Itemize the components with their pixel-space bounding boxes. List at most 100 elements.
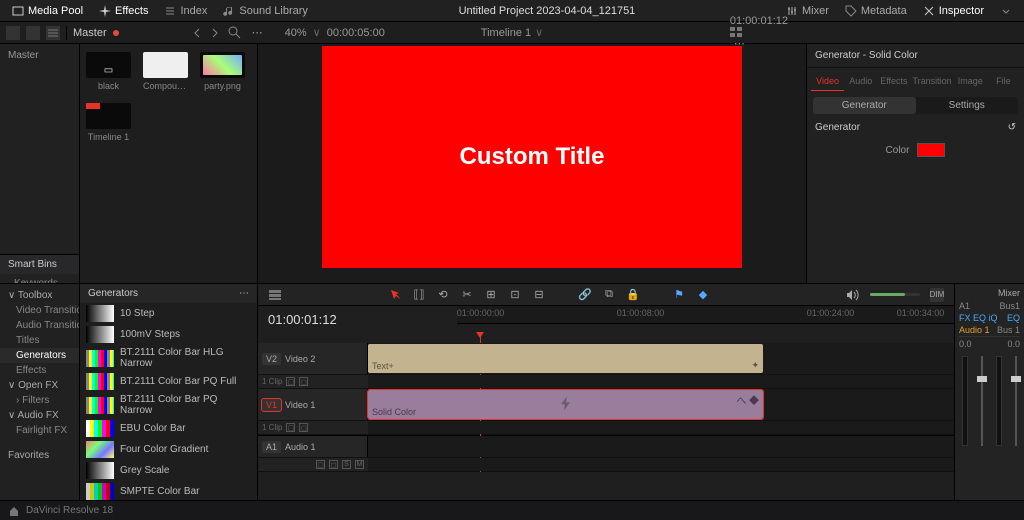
bolt-icon <box>558 395 574 411</box>
marker-tool[interactable]: ◆ <box>696 288 710 302</box>
chevron-right-icon[interactable] <box>209 27 221 39</box>
media-thumb[interactable]: Timeline 1 <box>86 103 131 142</box>
fader-a1[interactable] <box>981 356 983 446</box>
search-icon <box>227 25 242 40</box>
master-crumb[interactable]: Master <box>73 27 107 39</box>
timeline-view-options[interactable] <box>268 289 282 301</box>
fairlight-node[interactable]: Fairlight FX <box>0 423 79 438</box>
home-icon[interactable] <box>8 505 20 517</box>
generator-item[interactable]: BT.2111 Color Bar PQ Full <box>80 371 257 392</box>
media-thumb[interactable]: Compound... <box>143 52 188 91</box>
generator-item[interactable]: 10 Step <box>80 303 257 324</box>
meter-a1 <box>962 356 968 446</box>
insert-tool[interactable]: ⊞ <box>484 288 498 302</box>
inspector-tab-file[interactable]: File <box>987 72 1020 91</box>
inspector-icon <box>923 5 935 17</box>
footer: DaVinci Resolve 18 <box>0 500 1024 520</box>
lock-tool[interactable]: 🔒 <box>626 288 640 302</box>
inspector-tab-effects[interactable]: Effects <box>877 72 910 91</box>
index-tab[interactable]: Index <box>158 3 213 19</box>
lower-region: ∨ Toolbox Video Transitions Audio Transi… <box>0 283 1024 503</box>
media-pool-icon <box>12 5 24 17</box>
generator-item[interactable]: BT.2111 Color Bar PQ Narrow <box>80 392 257 418</box>
effects-tree: ∨ Toolbox Video Transitions Audio Transi… <box>0 284 80 503</box>
fx-badge-icon: ✦ <box>751 360 759 371</box>
fader-bus1[interactable] <box>1015 356 1017 446</box>
inspector-tab-image[interactable]: Image <box>954 72 987 91</box>
timeline-timecode[interactable]: 01:00:01:12 <box>258 306 347 333</box>
meter-bus1 <box>996 356 1002 446</box>
generator-item[interactable]: Grey Scale <box>80 460 257 481</box>
toolbox-node[interactable]: ∨ Toolbox <box>0 288 79 303</box>
track-v1-header[interactable]: V1Video 1 <box>258 389 368 420</box>
volume-slider[interactable] <box>870 293 920 296</box>
clip-text-plus[interactable]: Text+✦ <box>368 344 763 373</box>
dim-button[interactable]: DIM <box>930 288 944 302</box>
track-v2: V2Video 2 Text+✦ <box>258 343 954 375</box>
viewer-options[interactable] <box>730 27 794 37</box>
timeline-name[interactable]: Timeline 1 <box>481 27 531 39</box>
source-timecode: 00:00:05:00 <box>327 27 385 39</box>
inspector-tab-video[interactable]: Video <box>811 72 844 91</box>
selection-tool[interactable] <box>388 288 402 302</box>
track-v2-header[interactable]: V2Video 2 <box>258 343 368 374</box>
clip-solid-color[interactable]: Solid Color へ ◆ <box>368 390 763 419</box>
inspector-tab-audio[interactable]: Audio <box>844 72 877 91</box>
metadata-tab[interactable]: Metadata <box>839 3 913 19</box>
volume-icon[interactable] <box>846 288 860 302</box>
inspector-section-header[interactable]: Generator ↺ <box>815 122 1016 133</box>
audiofx-node[interactable]: ∨ Audio FX <box>0 408 79 423</box>
master-bin[interactable]: Master <box>8 50 79 61</box>
timeline-ruler[interactable]: 01:00:00:00 01:00:08:00 01:00:24:00 01:0… <box>457 306 954 324</box>
media-pool-tab[interactable]: Media Pool <box>6 3 89 19</box>
reset-icon[interactable]: ↺ <box>1008 122 1016 133</box>
generator-item[interactable]: BT.2111 Color Bar HLG Narrow <box>80 345 257 371</box>
smart-bins-header[interactable]: Smart Bins <box>0 255 79 274</box>
effects-node[interactable]: Effects <box>0 363 79 378</box>
inspector-tab-transition[interactable]: Transition <box>910 72 953 91</box>
blade-tool[interactable]: ✂ <box>460 288 474 302</box>
track-v1-body[interactable]: Solid Color へ ◆ <box>368 389 954 420</box>
view-toggle-1[interactable] <box>6 26 20 40</box>
track-v2-body[interactable]: Text+✦ <box>368 343 954 374</box>
sound-library-tab[interactable]: Sound Library <box>217 3 314 19</box>
color-swatch[interactable] <box>917 143 945 157</box>
media-thumb[interactable]: ▭black <box>86 52 131 91</box>
chevron-left-icon[interactable] <box>191 27 203 39</box>
trim-tool[interactable]: ⟦⟧ <box>412 288 426 302</box>
view-toggle-2[interactable] <box>26 26 40 40</box>
speaker-icon <box>846 289 860 301</box>
expand-button[interactable] <box>994 3 1018 19</box>
generator-item[interactable]: SMPTE Color Bar <box>80 481 257 502</box>
filters-node[interactable]: › Filters <box>0 393 79 408</box>
openfx-node[interactable]: ∨ Open FX <box>0 378 79 393</box>
keyframe-controls[interactable]: へ ◆ <box>736 392 759 407</box>
generators-node[interactable]: Generators <box>0 348 79 363</box>
video-transitions-node[interactable]: Video Transitions <box>0 303 79 318</box>
replace-tool[interactable]: ⊟ <box>532 288 546 302</box>
tag-icon <box>845 5 857 17</box>
link-tool[interactable]: 🔗 <box>578 288 592 302</box>
media-thumb[interactable]: party.png <box>200 52 245 91</box>
list-view-icon[interactable] <box>46 26 60 40</box>
overwrite-tool[interactable]: ⊡ <box>508 288 522 302</box>
snap-tool[interactable]: ⧉ <box>602 288 616 302</box>
generator-item[interactable]: Four Color Gradient <box>80 439 257 460</box>
audio-transitions-node[interactable]: Audio Transitions <box>0 318 79 333</box>
track-a1-body[interactable] <box>368 436 954 457</box>
track-a1-header[interactable]: A1Audio 1 <box>258 436 368 457</box>
effects-tab[interactable]: Effects <box>93 3 154 19</box>
generator-item[interactable]: 100mV Steps <box>80 324 257 345</box>
timeline-panel: ⟦⟧ ⟲ ✂ ⊞ ⊡ ⊟ 🔗 ⧉ 🔒 ⚑ ◆ DIM 01:00:01:12 0… <box>258 284 954 503</box>
search-button[interactable] <box>227 25 242 40</box>
inspector-subtab-settings[interactable]: Settings <box>916 97 1019 114</box>
dynamic-trim[interactable]: ⟲ <box>436 288 450 302</box>
color-label: Color <box>886 145 910 156</box>
titles-node[interactable]: Titles <box>0 333 79 348</box>
inspector-subtab-generator[interactable]: Generator <box>813 97 916 114</box>
generator-item[interactable]: EBU Color Bar <box>80 418 257 439</box>
flag-tool[interactable]: ⚑ <box>672 288 686 302</box>
zoom-level[interactable]: 40% <box>285 27 307 39</box>
favorites-node[interactable]: Favorites <box>0 448 79 463</box>
inspector-tab[interactable]: Inspector <box>917 3 990 19</box>
